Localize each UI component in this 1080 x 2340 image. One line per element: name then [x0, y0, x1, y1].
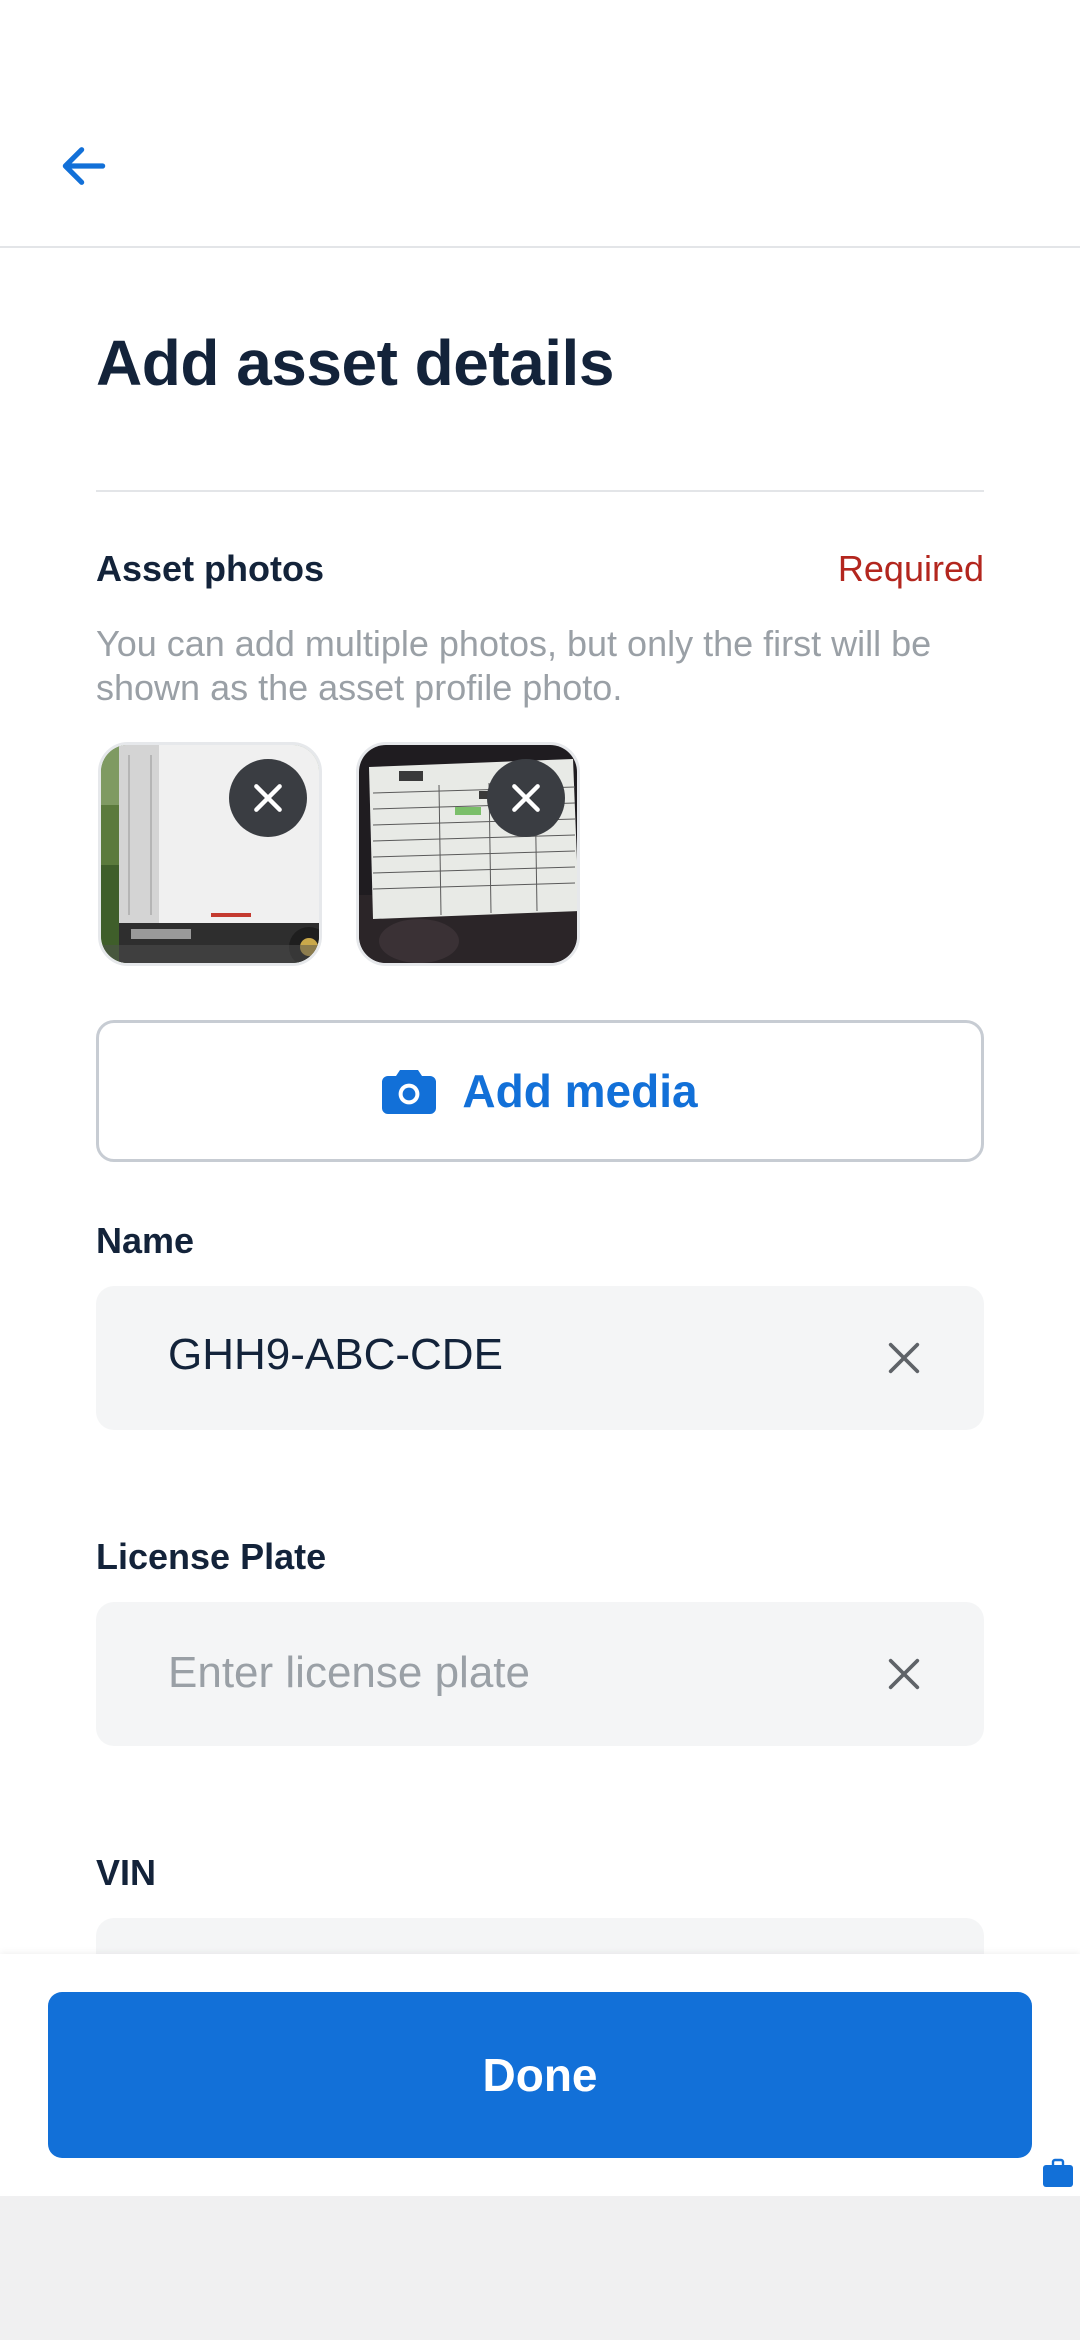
add-media-label: Add media	[462, 1065, 698, 1117]
required-tag: Required	[837, 548, 984, 589]
close-icon	[254, 784, 282, 812]
done-button[interactable]: Done	[48, 1992, 1032, 2158]
top-app-bar	[0, 0, 1080, 248]
name-field[interactable]: GHH9-ABC-CDE	[96, 1286, 984, 1430]
name-value[interactable]: GHH9-ABC-CDE	[168, 1330, 503, 1380]
document-photo-thumbnail[interactable]	[356, 742, 580, 966]
license-plate-field[interactable]	[96, 1602, 984, 1746]
license-plate-label: License Plate	[96, 1536, 327, 1577]
back-button[interactable]	[44, 126, 124, 206]
remove-truck-photo-button[interactable]	[229, 759, 307, 837]
briefcase-icon	[1043, 2158, 1073, 2187]
bottom-area	[0, 2196, 1080, 2340]
name-label: Name	[96, 1220, 195, 1261]
clear-license-plate-button[interactable]	[874, 1644, 934, 1704]
footer-bar: Done	[0, 1954, 1080, 2196]
clear-name-button[interactable]	[874, 1328, 934, 1388]
add-media-button[interactable]: Add media	[96, 1020, 984, 1162]
truck-photo-thumbnail[interactable]	[98, 742, 322, 966]
close-icon	[888, 1342, 920, 1374]
asset-photos-label: Asset photos	[96, 548, 325, 589]
divider	[96, 490, 984, 492]
remove-document-photo-button[interactable]	[487, 759, 565, 837]
license-plate-input[interactable]	[168, 1638, 818, 1708]
done-label: Done	[482, 2049, 598, 2101]
close-icon	[512, 784, 540, 812]
page-title: Add asset details	[96, 327, 614, 399]
arrow-left-icon	[62, 147, 106, 185]
camera-icon	[382, 1070, 437, 1114]
close-icon	[888, 1658, 920, 1690]
vin-label: VIN	[96, 1852, 157, 1893]
asset-photos-helper: You can add multiple photos, but only th…	[96, 623, 932, 708]
